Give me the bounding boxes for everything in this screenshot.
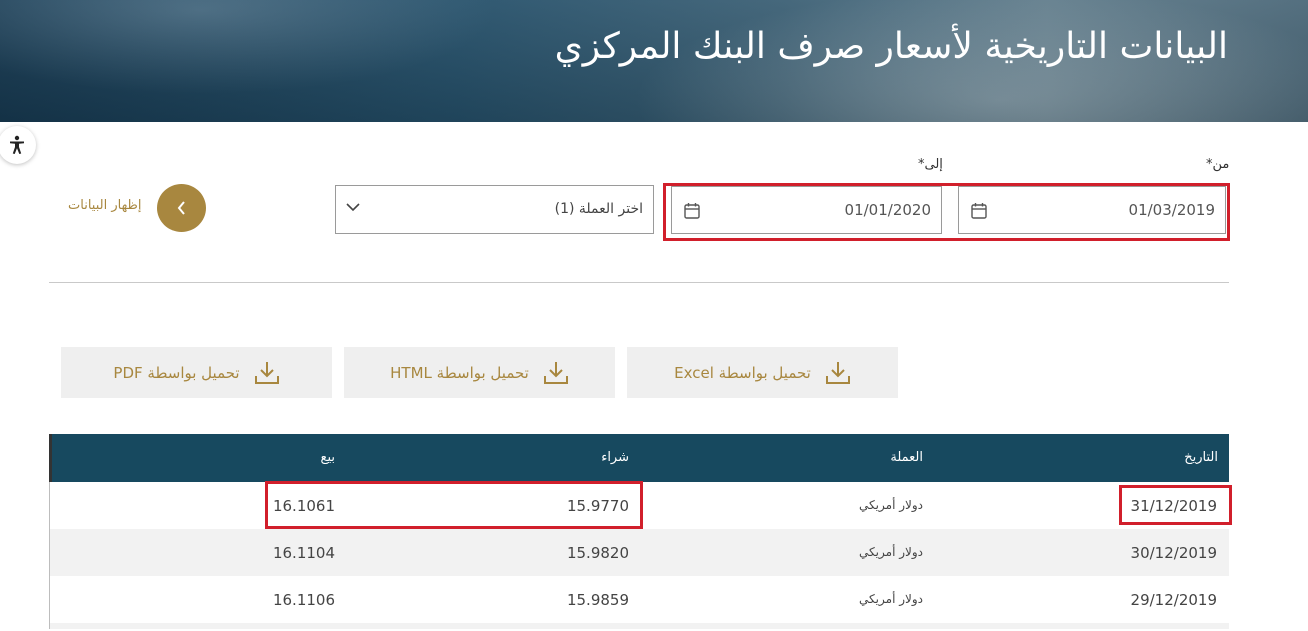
currency-select-value: اختر العملة (1): [554, 201, 643, 217]
to-label: إلى*: [918, 157, 943, 172]
header-banner: البيانات التاريخية لأسعار صرف البنك المر…: [0, 0, 1308, 122]
accessibility-button[interactable]: [0, 126, 36, 164]
cell-sell: 16.1061: [272, 497, 335, 515]
cell-currency: دولار أمريكي: [859, 498, 923, 512]
download-icon: [254, 361, 279, 384]
table-row: 29/12/2019 دولار أمريكي 15.9859 16.1106: [49, 576, 1229, 623]
cell-sell: 16.1106: [272, 591, 335, 609]
calendar-icon: [684, 203, 700, 219]
download-icon: [543, 361, 568, 384]
calendar-icon: [971, 203, 987, 219]
download-pdf-button[interactable]: تحميل بواسطة PDF: [61, 347, 332, 398]
cell-sell: 16.1104: [272, 544, 335, 562]
from-date-value: 01/03/2019: [1128, 201, 1215, 219]
to-date-field[interactable]: 01/01/2020: [671, 186, 942, 234]
rates-table: التاريخ العملة شراء بيع 31/12/2019 دولار…: [49, 434, 1229, 629]
header-currency: العملة: [890, 450, 923, 465]
cell-currency: دولار أمريكي: [859, 545, 923, 559]
from-date-field[interactable]: 01/03/2019: [958, 186, 1226, 234]
chevron-left-icon: [177, 201, 185, 215]
download-excel-label: تحميل بواسطة Excel: [674, 363, 811, 382]
download-icon: [825, 361, 850, 384]
header-date: التاريخ: [1184, 450, 1218, 465]
table-row: 31/12/2019 دولار أمريكي 15.9770 16.1061: [49, 482, 1229, 529]
accessibility-icon: [10, 135, 24, 154]
from-label: من*: [1206, 157, 1230, 172]
table-header: التاريخ العملة شراء بيع: [49, 434, 1229, 482]
page-title: البيانات التاريخية لأسعار صرف البنك المر…: [554, 26, 1228, 67]
table-row: 30/12/2019 دولار أمريكي 15.9820 16.1104: [49, 529, 1229, 576]
cell-date: 29/12/2019: [1130, 591, 1217, 609]
chevron-down-icon: [346, 203, 360, 212]
show-data-label[interactable]: إظهار البيانات: [68, 198, 142, 213]
show-data-button[interactable]: [157, 184, 206, 232]
download-excel-button[interactable]: تحميل بواسطة Excel: [627, 347, 898, 398]
header-buy: شراء: [601, 450, 629, 465]
cell-buy: 15.9859: [566, 591, 629, 609]
cell-currency: دولار أمريكي: [859, 592, 923, 606]
download-html-button[interactable]: تحميل بواسطة HTML: [344, 347, 615, 398]
cell-date: 30/12/2019: [1130, 544, 1217, 562]
cell-buy: 15.9770: [566, 497, 629, 515]
download-html-label: تحميل بواسطة HTML: [390, 363, 529, 382]
to-date-value: 01/01/2020: [844, 201, 931, 219]
download-pdf-label: تحميل بواسطة PDF: [113, 363, 240, 382]
table-row: [49, 623, 1229, 629]
cell-date: 31/12/2019: [1130, 497, 1217, 515]
header-sell: بيع: [320, 450, 335, 465]
currency-select[interactable]: اختر العملة (1): [335, 185, 654, 234]
divider: [49, 282, 1229, 283]
cell-buy: 15.9820: [566, 544, 629, 562]
